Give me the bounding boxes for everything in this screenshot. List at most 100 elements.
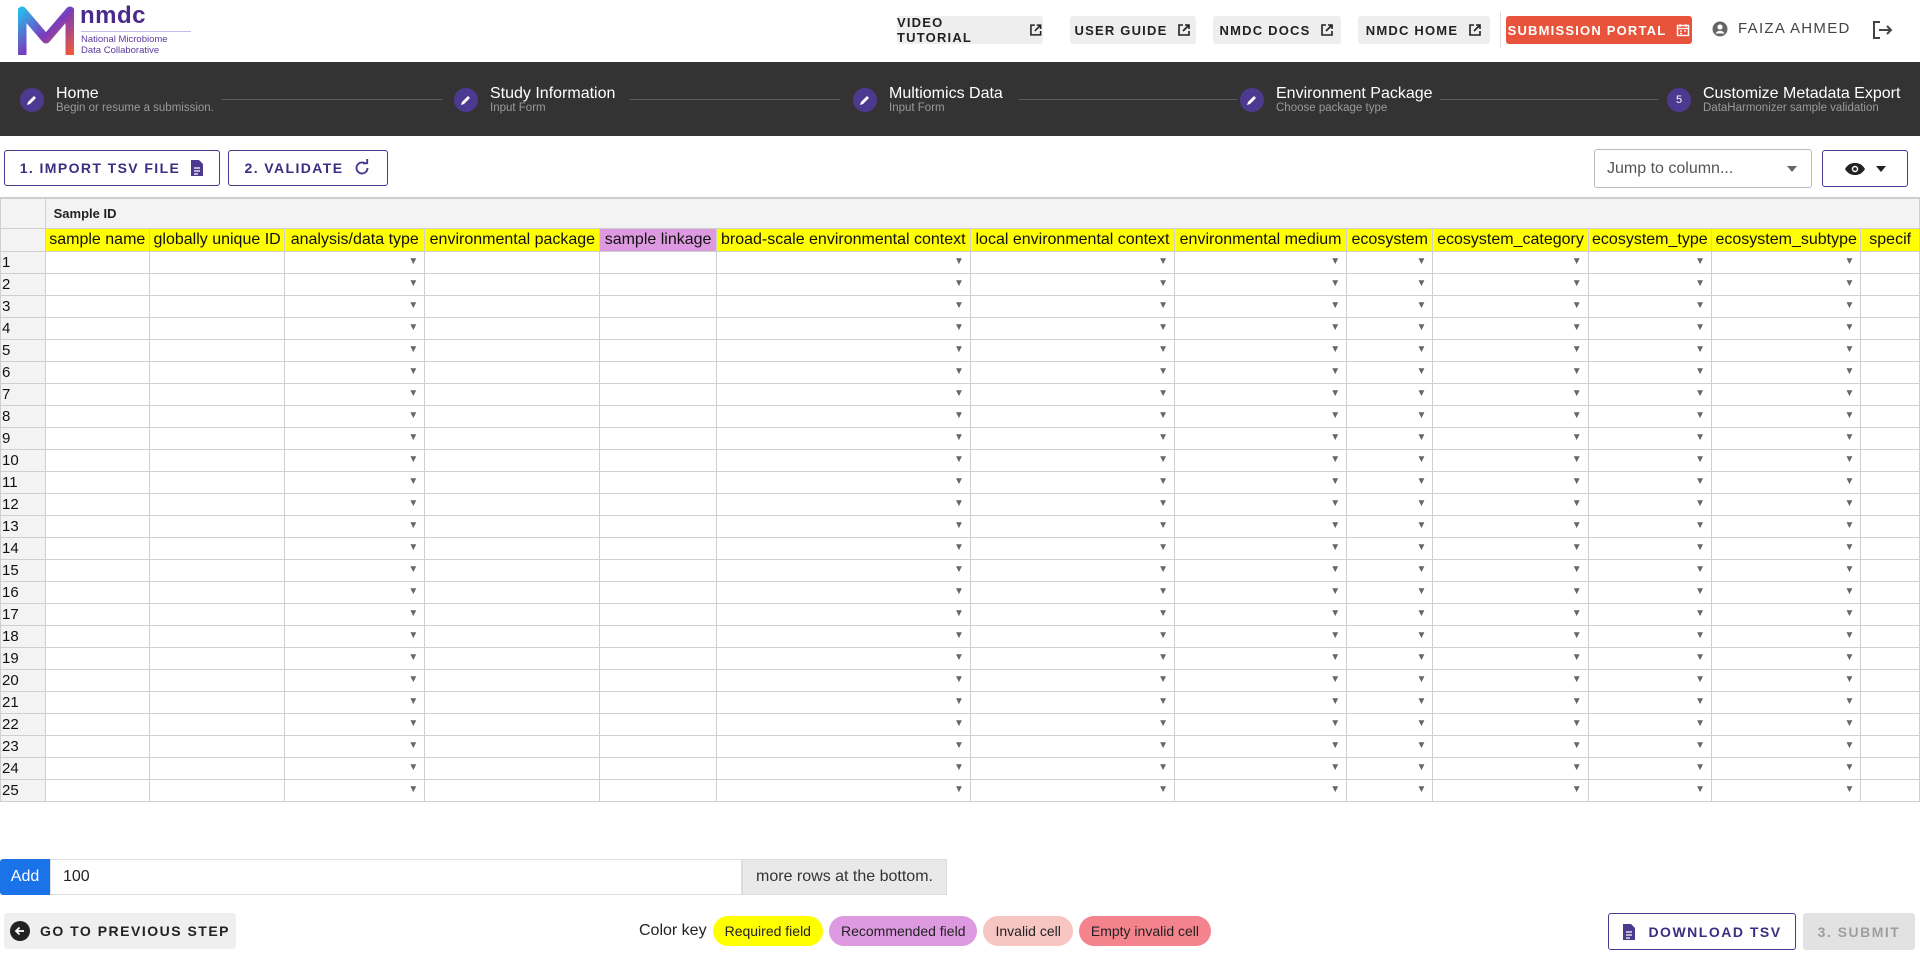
table-cell[interactable] (424, 471, 601, 494)
table-cell[interactable] (44, 779, 150, 802)
table-cell[interactable] (44, 427, 150, 450)
table-cell[interactable] (148, 669, 286, 692)
dropdown-cell[interactable] (1432, 361, 1589, 384)
table-cell[interactable] (424, 361, 601, 384)
jump-to-column-select[interactable]: Jump to column... (1594, 149, 1812, 188)
table-cell[interactable] (599, 405, 717, 428)
nmdc-home-button[interactable]: NMDC HOME (1358, 16, 1490, 44)
table-cell[interactable] (424, 273, 601, 296)
table-cell[interactable] (424, 691, 601, 714)
step-environment-package[interactable]: Environment Package Choose package type (1240, 85, 1433, 114)
dropdown-cell[interactable] (969, 273, 1176, 296)
dropdown-cell[interactable] (1432, 273, 1589, 296)
dropdown-cell[interactable] (1174, 779, 1348, 802)
table-cell[interactable] (424, 427, 601, 450)
dropdown-cell[interactable] (1587, 581, 1713, 604)
table-cell[interactable] (148, 581, 286, 604)
table-cell[interactable] (1860, 559, 1920, 582)
row-header[interactable]: 7 (0, 383, 46, 406)
table-cell[interactable] (424, 713, 601, 736)
table-cell[interactable] (44, 361, 150, 384)
dropdown-cell[interactable] (284, 757, 426, 780)
column-header[interactable]: sample name (44, 228, 150, 252)
row-header[interactable]: 10 (0, 449, 46, 472)
dropdown-cell[interactable] (1711, 537, 1862, 560)
table-cell[interactable] (148, 515, 286, 538)
dropdown-cell[interactable] (1587, 691, 1713, 714)
dropdown-cell[interactable] (284, 405, 426, 428)
column-header[interactable]: specif (1860, 228, 1920, 252)
dropdown-cell[interactable] (1346, 251, 1434, 274)
dropdown-cell[interactable] (1432, 581, 1589, 604)
table-cell[interactable] (44, 669, 150, 692)
row-header[interactable]: 6 (0, 361, 46, 384)
user-guide-button[interactable]: USER GUIDE (1070, 16, 1196, 44)
row-header[interactable]: 16 (0, 581, 46, 604)
dropdown-cell[interactable] (1587, 471, 1713, 494)
column-header[interactable]: ecosystem_type (1587, 228, 1713, 252)
dropdown-cell[interactable] (1346, 647, 1434, 670)
column-header[interactable]: analysis/data type (284, 228, 426, 252)
dropdown-cell[interactable] (1432, 779, 1589, 802)
add-rows-count-input[interactable]: 100 (50, 859, 742, 895)
dropdown-cell[interactable] (1711, 779, 1862, 802)
table-cell[interactable] (148, 757, 286, 780)
table-cell[interactable] (148, 625, 286, 648)
dropdown-cell[interactable] (284, 735, 426, 758)
row-header[interactable]: 22 (0, 713, 46, 736)
dropdown-cell[interactable] (1174, 449, 1348, 472)
table-cell[interactable] (148, 735, 286, 758)
table-cell[interactable] (148, 295, 286, 318)
dropdown-cell[interactable] (715, 251, 971, 274)
table-cell[interactable] (44, 449, 150, 472)
dropdown-cell[interactable] (284, 251, 426, 274)
dropdown-cell[interactable] (1174, 581, 1348, 604)
dropdown-cell[interactable] (284, 559, 426, 582)
dropdown-cell[interactable] (1346, 427, 1434, 450)
table-cell[interactable] (148, 383, 286, 406)
table-cell[interactable] (148, 691, 286, 714)
user-menu[interactable]: FAIZA AHMED (1712, 20, 1851, 37)
table-cell[interactable] (599, 581, 717, 604)
dropdown-cell[interactable] (969, 603, 1176, 626)
table-cell[interactable] (148, 339, 286, 362)
dropdown-cell[interactable] (1174, 427, 1348, 450)
table-cell[interactable] (424, 295, 601, 318)
dropdown-cell[interactable] (1346, 361, 1434, 384)
table-cell[interactable] (1860, 713, 1920, 736)
dropdown-cell[interactable] (1174, 713, 1348, 736)
row-header[interactable]: 19 (0, 647, 46, 670)
dropdown-cell[interactable] (1587, 449, 1713, 472)
table-cell[interactable] (599, 273, 717, 296)
dropdown-cell[interactable] (715, 691, 971, 714)
dropdown-cell[interactable] (1174, 317, 1348, 340)
dropdown-cell[interactable] (1587, 537, 1713, 560)
dropdown-cell[interactable] (969, 647, 1176, 670)
dropdown-cell[interactable] (715, 603, 971, 626)
dropdown-cell[interactable] (715, 493, 971, 516)
dropdown-cell[interactable] (1587, 757, 1713, 780)
row-header[interactable]: 4 (0, 317, 46, 340)
table-cell[interactable] (599, 625, 717, 648)
dropdown-cell[interactable] (1432, 493, 1589, 516)
table-cell[interactable] (148, 559, 286, 582)
dropdown-cell[interactable] (1587, 603, 1713, 626)
dropdown-cell[interactable] (1711, 317, 1862, 340)
table-cell[interactable] (424, 625, 601, 648)
dropdown-cell[interactable] (1711, 295, 1862, 318)
table-cell[interactable] (1860, 383, 1920, 406)
table-cell[interactable] (1860, 361, 1920, 384)
dropdown-cell[interactable] (1587, 779, 1713, 802)
dropdown-cell[interactable] (715, 735, 971, 758)
dropdown-cell[interactable] (969, 493, 1176, 516)
dropdown-cell[interactable] (284, 625, 426, 648)
dropdown-cell[interactable] (1174, 537, 1348, 560)
dropdown-cell[interactable] (1174, 647, 1348, 670)
table-cell[interactable] (424, 515, 601, 538)
table-cell[interactable] (44, 713, 150, 736)
dropdown-cell[interactable] (1174, 735, 1348, 758)
table-cell[interactable] (1860, 449, 1920, 472)
row-header[interactable]: 12 (0, 493, 46, 516)
dropdown-cell[interactable] (1346, 669, 1434, 692)
dropdown-cell[interactable] (1432, 691, 1589, 714)
